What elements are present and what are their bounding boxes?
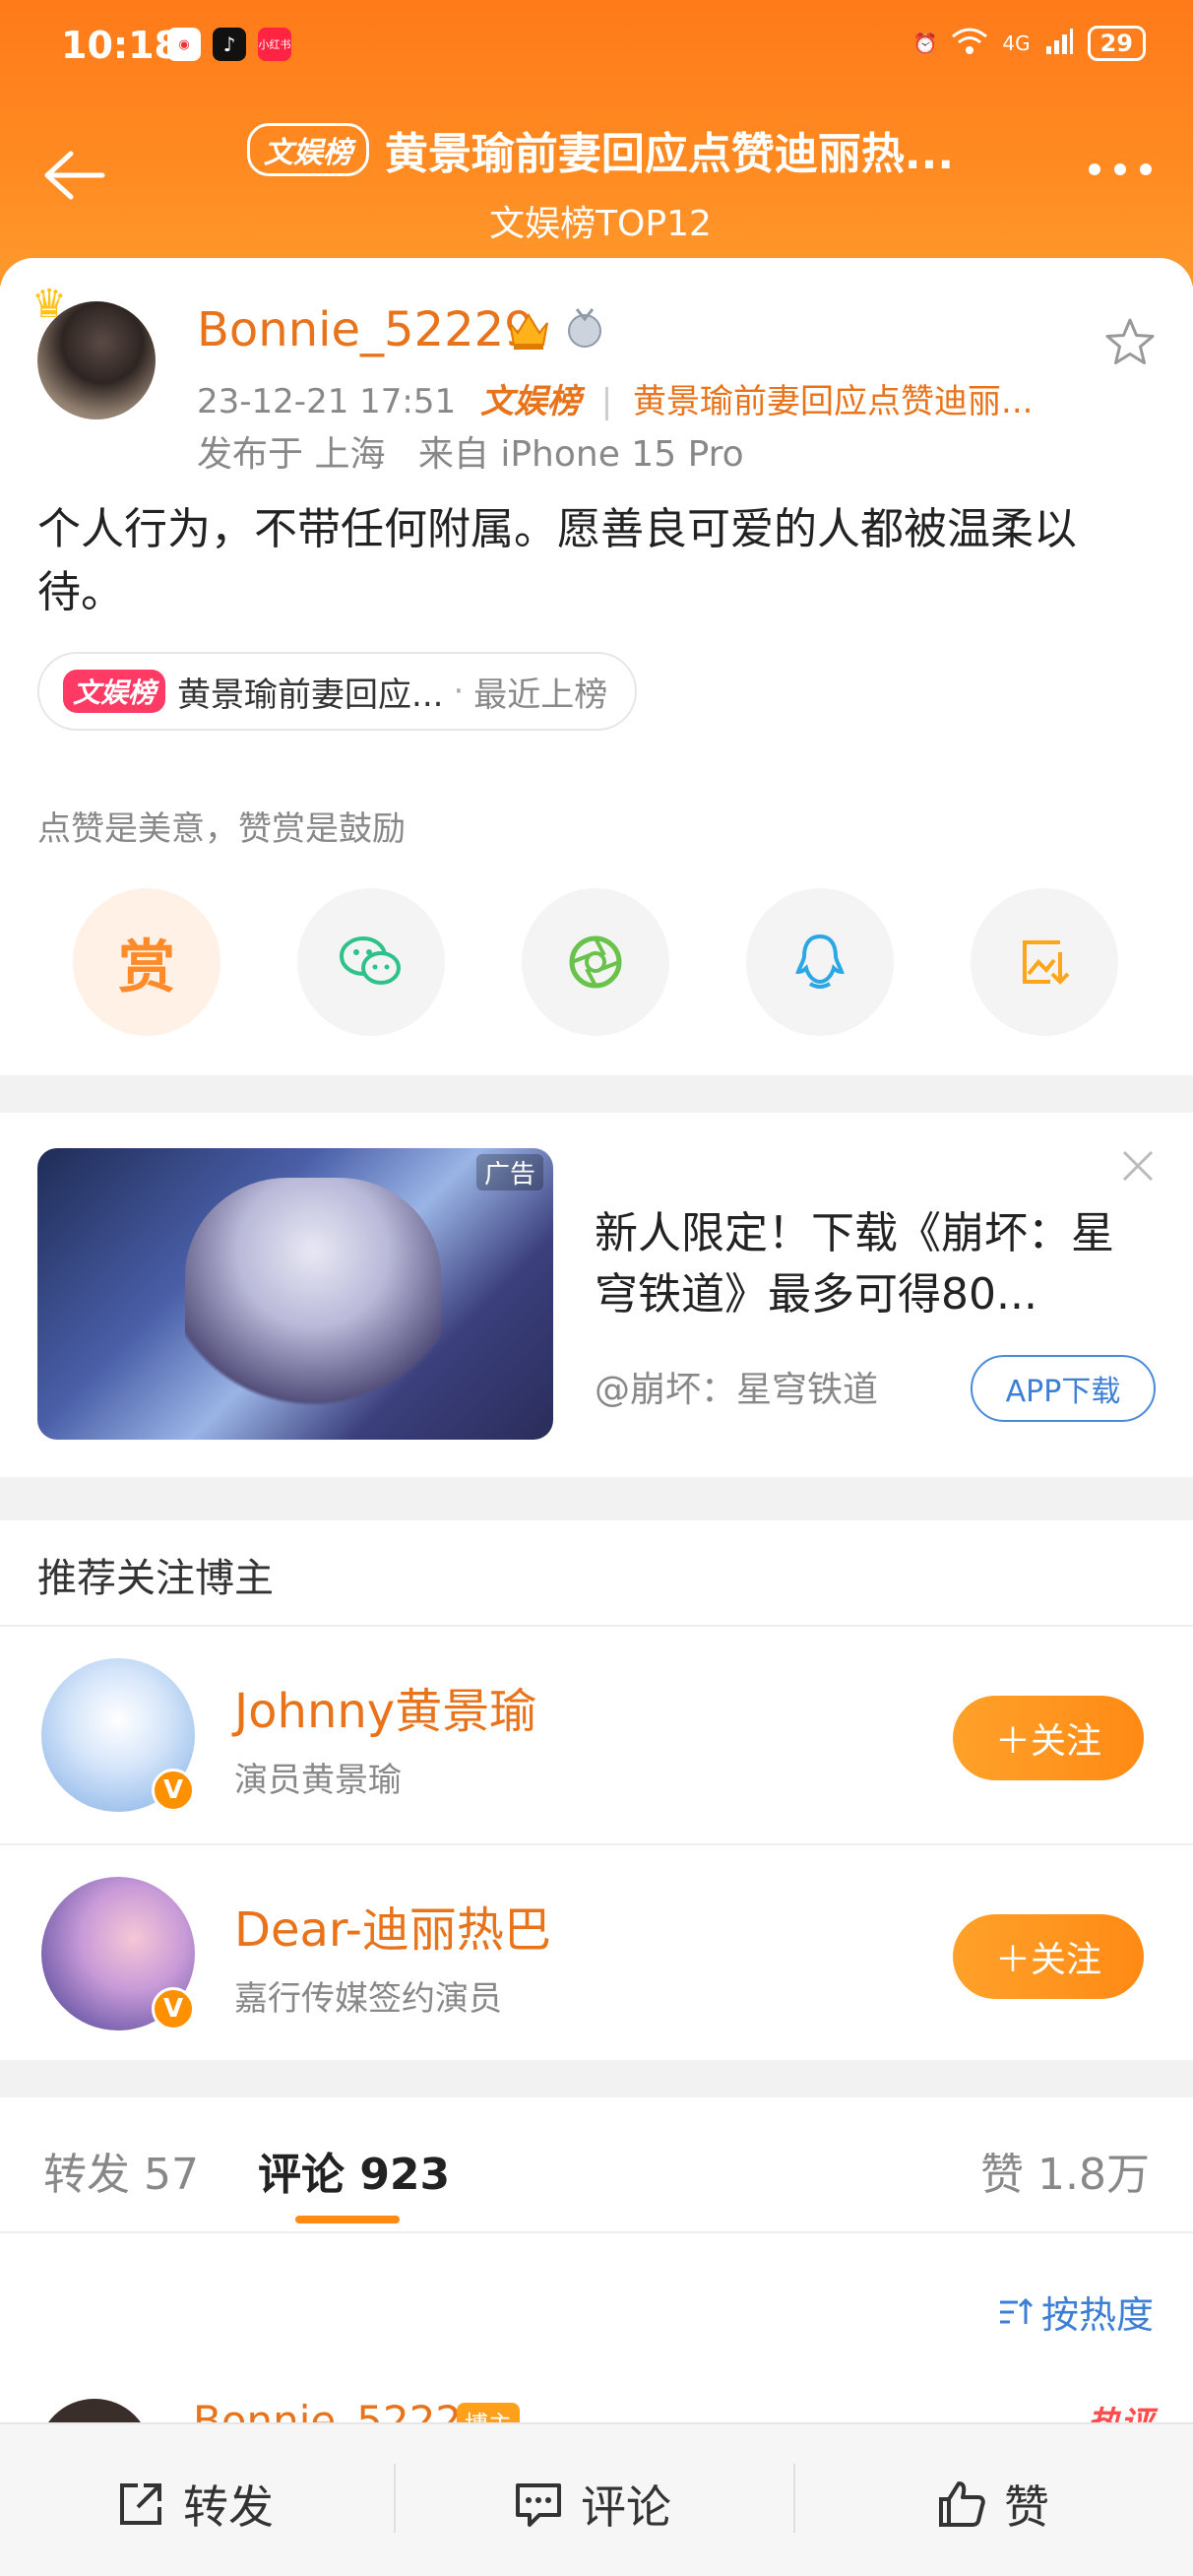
vip-crown-badge-icon[interactable] [504, 305, 553, 353]
sort-button[interactable]: 按热度 [996, 2285, 1154, 2339]
page: 10:18 ◉ ♪ 小红书 ⏰ 4G 29 文娱榜 黄景瑜前妻回应点赞迪丽热..… [0, 0, 1193, 2576]
post-content: 个人行为，不带任何附属。愿善良可爱的人都被温柔以待。 [37, 504, 1077, 617]
wechat-icon [340, 936, 401, 985]
follow-button[interactable]: ＋关注 [953, 1914, 1144, 1999]
page-subtitle: 文娱榜TOP12 [489, 204, 712, 244]
status-bar: 10:18 ◉ ♪ 小红书 ⏰ 4G 29 [0, 0, 1193, 98]
signal-label: 4G [1002, 32, 1031, 55]
interaction-tabs: 转发 57 评论 923 赞 1.8万 [0, 2097, 1193, 2231]
moments-icon [569, 935, 622, 989]
ad-illustration [185, 1178, 441, 1424]
more-dot [1140, 163, 1152, 175]
follow-button[interactable]: ＋关注 [953, 1696, 1144, 1780]
comment-button[interactable]: 评论 [512, 2472, 671, 2537]
qq-icon [795, 934, 845, 989]
weibo-app-icon: ◉ [167, 28, 201, 61]
arrow-left-icon [44, 151, 105, 200]
post-device: 来自 iPhone 15 Pro [417, 434, 744, 475]
post-datetime: 23-12-21 17:51 [197, 382, 457, 421]
topic-link[interactable]: 黄景瑜前妻回应点赞迪丽... [633, 382, 1033, 421]
recommend-item[interactable]: V Johnny黄景瑜 演员黄景瑜 ＋关注 [0, 1627, 1193, 1845]
share-moments-button[interactable] [522, 888, 669, 1036]
post-location: 发布于 上海 [197, 434, 386, 475]
tab-repost[interactable]: 转发 57 [43, 2139, 199, 2202]
status-right: ⏰ 4G 29 [912, 26, 1146, 61]
post-source: 发布于 上海 来自 iPhone 15 Pro [197, 425, 744, 477]
board-tag: 文娱榜 [246, 123, 369, 176]
topic-chip[interactable]: 文娱榜 黄景瑜前妻回应... · 最近上榜 [37, 652, 638, 731]
tiktok-app-icon: ♪ [213, 28, 246, 61]
verified-badge-icon: V [152, 1987, 195, 2030]
alarm-icon: ⏰ [912, 32, 938, 55]
share-row: 赏 [73, 888, 1118, 1036]
page-title: 黄景瑜前妻回应点赞迪丽热... [384, 129, 955, 179]
reward-button[interactable]: 赏 [73, 888, 220, 1036]
comment-label: 评论 [581, 2480, 671, 2534]
recommend-desc: 嘉行传媒签约演员 [234, 1979, 502, 2019]
verified-badge-icon: V [152, 1769, 195, 1812]
divider [793, 2464, 795, 2533]
appreciate-hint: 点赞是美意，赞赏是鼓励 [37, 809, 406, 849]
xiaohongshu-app-icon: 小红书 [258, 28, 291, 61]
divider [394, 2464, 396, 2533]
more-dot [1114, 163, 1126, 175]
share-wechat-button[interactable] [297, 888, 445, 1036]
recommend-name[interactable]: Dear-迪丽热巴 [234, 1891, 551, 1960]
chip-text: 黄景瑜前妻回应... [177, 675, 444, 715]
tab-like[interactable]: 赞 1.8万 [980, 2139, 1150, 2202]
ad-label: 广告 [475, 1154, 543, 1191]
star-favorite-icon[interactable] [1102, 315, 1158, 370]
post-meta: 23-12-21 17:51 文娱榜 | 黄景瑜前妻回应点赞迪丽... [197, 374, 1033, 422]
app-download-button[interactable]: APP下载 [971, 1355, 1156, 1422]
chip-tag: 文娱榜 [63, 670, 166, 713]
chip-status: 最近上榜 [473, 675, 608, 715]
more-button[interactable] [1089, 163, 1152, 175]
ad-title[interactable]: 新人限定！下载《崩坏：星穹铁道》最多可得80... [595, 1203, 1126, 1325]
recommend-name[interactable]: Johnny黄景瑜 [234, 1672, 536, 1741]
share-qq-button[interactable] [746, 888, 894, 1036]
board-tag-link[interactable]: 文娱榜 [480, 382, 581, 421]
recommend-item[interactable]: V Dear-迪丽热巴 嘉行传媒签约演员 ＋关注 [0, 1845, 1193, 2062]
recommend-desc: 演员黄景瑜 [234, 1761, 402, 1800]
battery-indicator: 29 [1087, 26, 1146, 61]
header-title: 文娱榜 黄景瑜前妻回应点赞迪丽热... 文娱榜TOP12 [177, 118, 1024, 246]
recommend-title: 推荐关注博主 [37, 1556, 274, 1601]
tab-comment[interactable]: 评论 923 [258, 2139, 450, 2202]
more-dot [1089, 163, 1100, 175]
signal-icon [1044, 27, 1074, 61]
wifi-icon [951, 27, 988, 61]
comment-icon [516, 2483, 561, 2527]
status-time: 10:18 [61, 24, 180, 67]
like-button[interactable]: 赞 [935, 2472, 1049, 2537]
save-image-icon [1023, 940, 1070, 985]
header: 10:18 ◉ ♪ 小红书 ⏰ 4G 29 文娱榜 黄景瑜前妻回应点赞迪丽热..… [0, 0, 1193, 286]
crown-icon: ♛ [31, 282, 67, 327]
medal-badge-icon[interactable] [565, 307, 604, 351]
save-image-button[interactable] [971, 888, 1118, 1036]
tab-active-indicator [295, 2216, 400, 2223]
repost-icon [120, 2483, 161, 2525]
back-button[interactable] [39, 146, 118, 209]
like-label: 赞 [1004, 2480, 1049, 2534]
recommend-section: 推荐关注博主 V Johnny黄景瑜 演员黄景瑜 ＋关注 V Dear-迪丽热巴… [0, 1520, 1193, 2060]
bottom-action-bar: 转发 评论 赞 [0, 2422, 1193, 2576]
thumbs-up-icon [939, 2481, 985, 2527]
sort-icon [999, 2297, 1034, 2324]
ad-card[interactable]: 广告 新人限定！下载《崩坏：星穹铁道》最多可得80... @崩坏：星穹铁道 AP… [0, 1113, 1193, 1477]
repost-label: 转发 [183, 2480, 274, 2534]
chip-dot: · [453, 672, 465, 711]
close-icon[interactable] [1116, 1144, 1160, 1188]
repost-button[interactable]: 转发 [114, 2472, 274, 2537]
notification-icons: ◉ ♪ 小红书 [167, 28, 291, 61]
ad-source[interactable]: @崩坏：星穹铁道 [595, 1361, 878, 1412]
post-card: ♛ Bonnie_52229 23-12-21 17:51 文娱榜 | 黄景瑜前… [0, 258, 1193, 1075]
divider: | [600, 382, 613, 421]
ad-image[interactable]: 广告 [37, 1148, 553, 1440]
author-avatar-wrap[interactable]: ♛ [31, 282, 159, 423]
author-name[interactable]: Bonnie_52229 [197, 302, 534, 357]
sort-label: 按热度 [1040, 2293, 1154, 2337]
